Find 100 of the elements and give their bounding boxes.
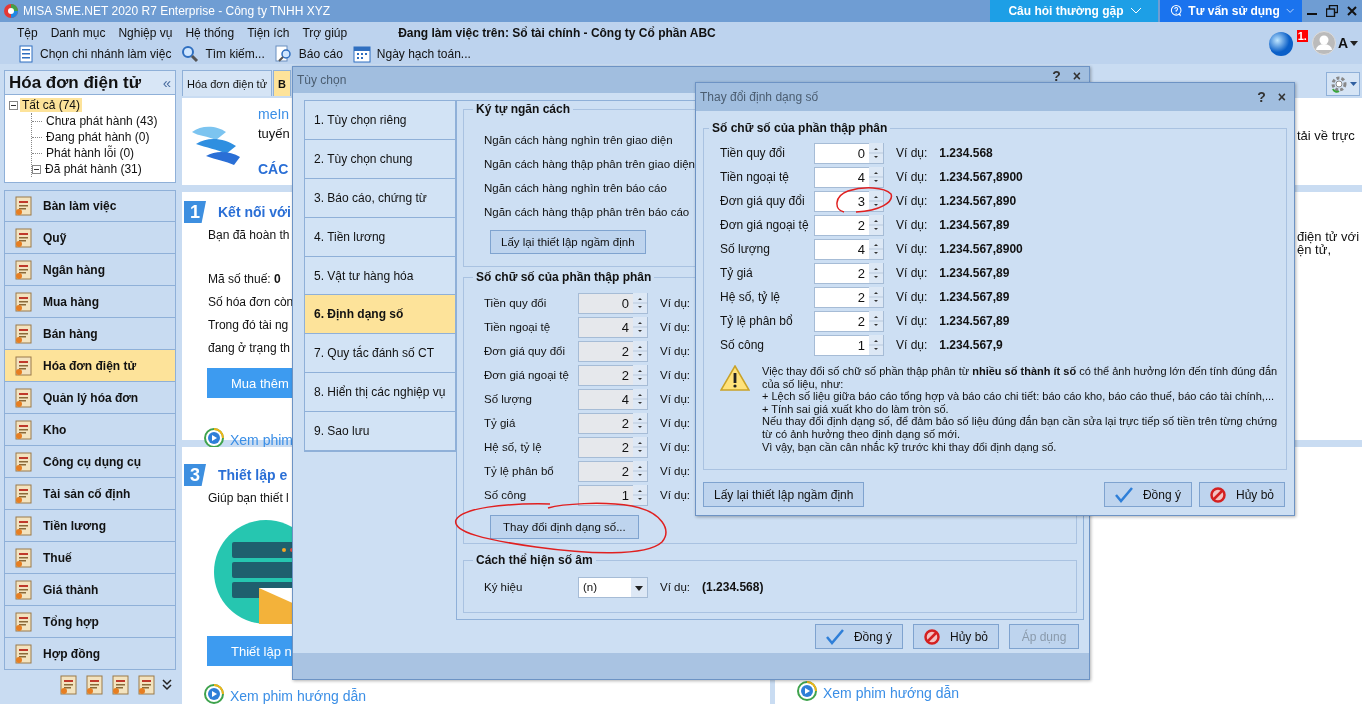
- toolbar-button[interactable]: Tìm kiếm...: [181, 45, 265, 63]
- document-icon: [13, 354, 35, 377]
- help-button[interactable]: ?: [1257, 89, 1266, 105]
- example-label: Ví dụ:: [660, 417, 691, 429]
- number-spinner[interactable]: 1: [814, 334, 884, 356]
- prohibited-icon: [1209, 486, 1226, 503]
- toolbar-button[interactable]: Báo cáo: [274, 45, 343, 63]
- module-item[interactable]: Bán hàng: [4, 318, 176, 350]
- example-label: Ví dụ:: [660, 345, 691, 357]
- example-value: 1.234.567,8900: [939, 170, 1023, 184]
- number-spinner[interactable]: 0: [814, 142, 884, 164]
- reset-button[interactable]: Lấy lại thiết lập ngầm định: [490, 230, 646, 254]
- tree-item[interactable]: Phát hành lỗi (0): [44, 146, 137, 160]
- user-menu[interactable]: A: [1311, 31, 1358, 55]
- toolbar-button[interactable]: Ngày hạch toán...: [352, 45, 471, 63]
- module-item[interactable]: Tiền lương: [4, 510, 176, 542]
- module-item[interactable]: Công cụ dụng cụ: [4, 446, 176, 478]
- collapse-button[interactable]: «: [162, 74, 171, 91]
- module-item[interactable]: Hóa đơn điện tử: [4, 350, 176, 382]
- notification-badge: 1.: [1296, 30, 1308, 42]
- module-item[interactable]: Bàn làm việc: [4, 190, 176, 222]
- nav-item[interactable]: 9. Sao lưu: [305, 412, 455, 451]
- intro-text: tuyến: [258, 126, 290, 141]
- module-item[interactable]: Thuế: [4, 542, 176, 574]
- help-menu-button[interactable]: Tư vấn sử dụng: [1160, 0, 1302, 22]
- document-icon: [13, 386, 35, 409]
- example-value: 1.234.567,89: [939, 314, 1010, 328]
- close-icon[interactable]: [1347, 6, 1358, 16]
- collapse-icon[interactable]: [32, 164, 41, 174]
- nav-item[interactable]: 6. Định dạng số: [305, 295, 455, 335]
- field-label: Đơn giá quy đổi: [720, 194, 806, 208]
- change-format-button[interactable]: Thay đổi định dạng số...: [490, 515, 639, 539]
- example-value: 1.234.567,9: [939, 338, 1003, 352]
- tab[interactable]: Hóa đơn điện tử: [182, 70, 272, 96]
- module-item[interactable]: Mua hàng: [4, 286, 176, 318]
- tree-item[interactable]: Đã phát hành (31): [43, 162, 144, 176]
- menu-item[interactable]: Tiện ích: [247, 26, 290, 40]
- reset-button[interactable]: Lấy lại thiết lập ngầm định: [703, 482, 865, 507]
- close-button[interactable]: ×: [1277, 89, 1286, 105]
- example-value: 1.234.567,890: [939, 194, 1017, 208]
- document-icon: [13, 322, 35, 345]
- example-label: Ví dụ:: [896, 242, 928, 256]
- warning-icon: [720, 365, 750, 391]
- module-item[interactable]: Ngân hàng: [4, 254, 176, 286]
- module-item[interactable]: Hợp đồng: [4, 638, 176, 670]
- module-item[interactable]: Kho: [4, 414, 176, 446]
- intro-heading: CÁC: [258, 161, 290, 177]
- calendar-icon: [352, 45, 371, 63]
- toolbar-button[interactable]: Chọn chi nhánh làm việc: [18, 45, 172, 63]
- cancel-button[interactable]: Hủy bỏ: [912, 624, 999, 649]
- field-label: Đơn giá ngoại tệ: [484, 369, 570, 381]
- field-label: Hệ số, tỷ lệ: [720, 290, 782, 304]
- module-item[interactable]: Quản lý hóa đơn: [4, 382, 176, 414]
- nav-item[interactable]: 1. Tùy chọn riêng: [305, 101, 455, 140]
- tree-item[interactable]: Đang phát hành (0): [44, 130, 152, 144]
- example-label: Ví dụ:: [896, 146, 928, 160]
- video-link[interactable]: Xem phim hướng dẫn: [823, 684, 960, 701]
- symbol-dropdown[interactable]: (n): [578, 576, 648, 598]
- number-spinner[interactable]: 2: [814, 286, 884, 308]
- number-spinner[interactable]: 3: [814, 190, 884, 212]
- document-icon: [13, 418, 35, 441]
- ok-button[interactable]: Đồng ý: [1103, 482, 1192, 507]
- menu-item[interactable]: Danh mục: [50, 26, 106, 40]
- settings-button[interactable]: [1326, 72, 1360, 96]
- ok-button[interactable]: Đồng ý: [814, 624, 903, 649]
- nav-item[interactable]: 3. Báo cáo, chứng từ: [305, 178, 455, 218]
- field-label: Số lượng: [484, 393, 533, 405]
- document-icon: [13, 195, 35, 217]
- collapse-icon[interactable]: [9, 100, 18, 110]
- module-item[interactable]: Tổng hợp: [4, 606, 176, 638]
- number-spinner[interactable]: 2: [814, 262, 884, 284]
- video-link[interactable]: Xem phim hướng dẫn: [230, 687, 367, 704]
- report-search-icon: [274, 45, 293, 63]
- menu-item[interactable]: Hệ thống: [185, 26, 235, 40]
- menu-item[interactable]: Tệp: [17, 26, 38, 40]
- nav-item[interactable]: 7. Quy tắc đánh số CT: [305, 334, 455, 374]
- field-label: Đơn giá ngoại tệ: [720, 218, 810, 232]
- tree-item[interactable]: Chưa phát hành (43): [44, 114, 160, 128]
- nav-item[interactable]: 8. Hiển thị các nghiệp vụ: [305, 373, 455, 413]
- menu-item[interactable]: Nghiệp vụ: [118, 26, 173, 40]
- module-item[interactable]: Giá thành: [4, 574, 176, 606]
- tab[interactable]: B: [273, 70, 291, 96]
- close-button[interactable]: ×: [1072, 70, 1081, 82]
- module-item[interactable]: Tài sản cố định: [4, 478, 176, 510]
- field-label: Tỷ giá: [720, 266, 754, 280]
- chevron-down-icon[interactable]: [162, 679, 172, 691]
- number-spinner[interactable]: 4: [814, 166, 884, 188]
- globe-icon[interactable]: [1267, 31, 1294, 57]
- restore-icon[interactable]: [1326, 5, 1338, 17]
- nav-item[interactable]: 4. Tiền lương: [305, 217, 455, 257]
- help-button[interactable]: ?: [1052, 70, 1061, 82]
- menu-item[interactable]: Trợ giúp: [302, 26, 348, 40]
- number-spinner[interactable]: 2: [814, 310, 884, 332]
- module-item[interactable]: Quỹ: [4, 222, 176, 254]
- number-spinner[interactable]: 4: [814, 238, 884, 260]
- number-spinner[interactable]: 2: [814, 214, 884, 236]
- tree-item[interactable]: Tất cả (74): [20, 98, 83, 112]
- nav-item[interactable]: 2. Tùy chọn chung: [305, 139, 455, 179]
- cancel-button[interactable]: Hủy bỏ: [1198, 482, 1285, 507]
- field-label: Tiền ngoại tệ: [484, 321, 552, 333]
